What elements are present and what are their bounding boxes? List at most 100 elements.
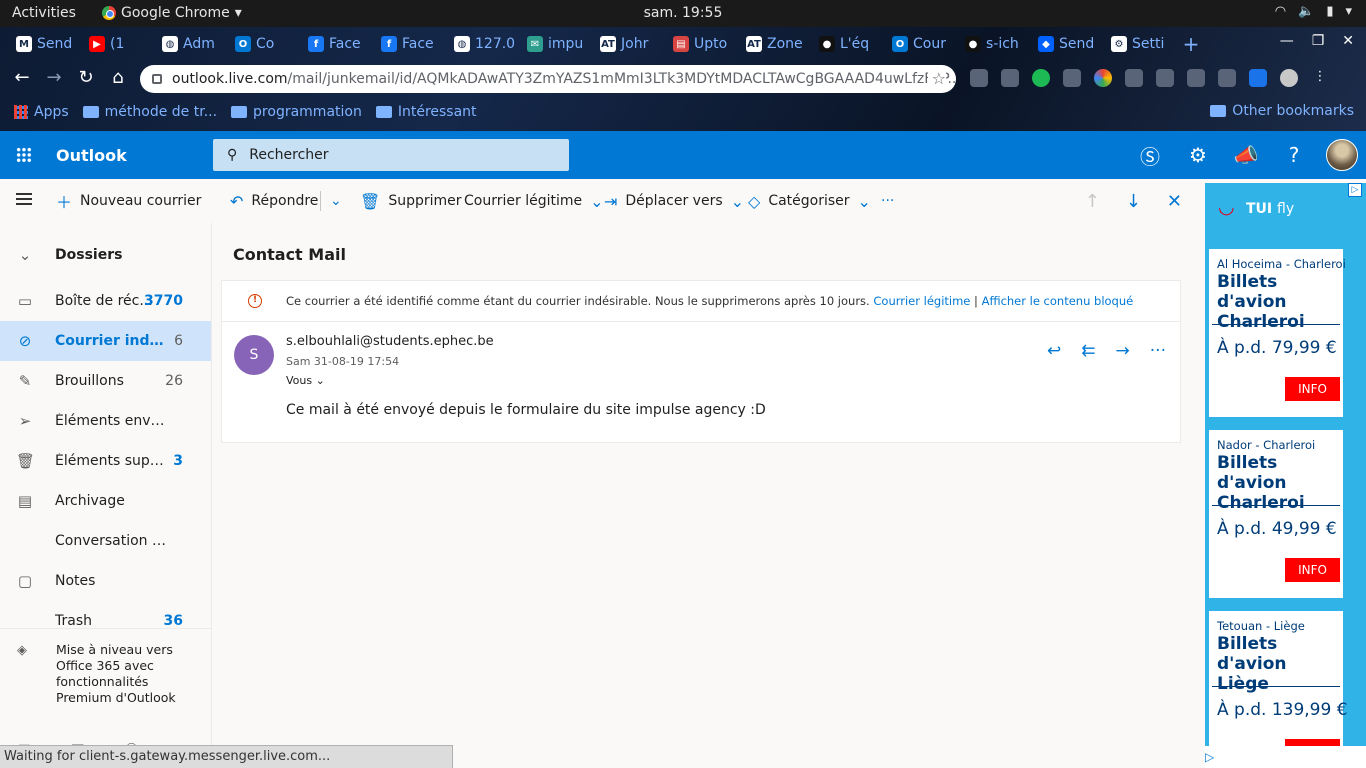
hamburger-menu-icon[interactable] [16,193,32,205]
chevron-down-icon[interactable]: ▾ [1345,4,1352,19]
browser-tab[interactable]: ● L'éq [811,31,884,57]
browser-tab[interactable]: ⚙ Setti [1103,31,1176,57]
user-avatar[interactable] [1326,139,1358,171]
back-icon[interactable]: ← [11,67,33,89]
browser-tab[interactable]: O Co [227,31,300,57]
folder-item[interactable]: ▭ Boîte de réc... 3770 [0,281,211,321]
activities-button[interactable]: Activities [12,5,76,21]
folder-item[interactable]: ▢ Notes [0,561,211,601]
globe-icon: ◍ [162,36,178,52]
bookmark-item[interactable]: méthode de tr... [82,104,217,120]
skype-icon[interactable]: Ⓢ [1126,141,1174,170]
folder-item[interactable]: 🗑 Éléments suppri... 3 [0,441,211,481]
reply-all-icon[interactable]: ⇇ [1081,341,1095,361]
new-mail-button[interactable]: ＋ Nouveau courrier [48,179,209,223]
close-icon[interactable]: ✕ [1167,191,1182,212]
browser-tab[interactable]: ● s-ich [957,31,1030,57]
download-icon[interactable] [1249,69,1267,87]
browser-tab[interactable]: ◆ Send [1030,31,1103,57]
more-actions-button[interactable]: ··· [873,179,902,223]
new-tab-button[interactable]: + [1176,32,1206,56]
bookmark-item[interactable]: programmation [231,104,362,120]
browser-tab[interactable]: ◍ Adm [154,31,227,57]
outlook-brand[interactable]: Outlook [56,146,127,165]
folder-item[interactable]: ▤ Archivage [0,481,211,521]
browser-tab[interactable]: f Face [300,31,373,57]
reply-icon[interactable]: ↩ [1047,341,1061,361]
reload-icon[interactable]: ↻ [75,67,97,89]
reply-button[interactable]: ↶ Répondre [222,179,326,223]
browser-tab[interactable]: f Face [373,31,446,57]
arrow-up-icon[interactable]: ↑ [1085,191,1100,212]
recipient-toggle[interactable]: Vous ⌄ [286,374,325,387]
idea-extension-icon[interactable] [1218,69,1236,87]
bookmark-item[interactable]: Apps [14,104,69,120]
ad-card[interactable]: Al Hoceima - Charleroi Billets d'avion Ch… [1209,249,1346,417]
cookie-extension-icon[interactable] [1156,69,1174,87]
folders-toggle[interactable]: ⌄ Dossiers [0,235,211,275]
browser-tab[interactable]: ◍ 127.0 [446,31,519,57]
forward-icon[interactable]: → [1116,341,1130,361]
settings-gear-icon[interactable]: ⚙ [1174,143,1222,167]
categorize-button[interactable]: ◇ Catégoriser ⌄ [740,179,879,223]
screenshot-extension-icon[interactable] [1187,69,1205,87]
ad-info-button[interactable]: INFO [1285,558,1340,582]
search-box[interactable]: ⚲ Rechercher [213,139,569,171]
browser-tab[interactable]: M Send [8,31,81,57]
adchoices-icon[interactable]: ▷ [1348,183,1362,197]
browser-tab[interactable]: ✉ impu [519,31,592,57]
move-to-button[interactable]: ⇥ Déplacer vers ⌄ [596,179,752,223]
reply-options-chevron-icon[interactable]: ⌄ [322,179,350,223]
battery-icon[interactable]: ▮ [1326,4,1333,19]
home-icon[interactable]: ⌂ [107,67,129,89]
adchoices-icon[interactable]: ▷ [1205,750,1214,764]
more-icon[interactable]: ··· [1150,341,1166,361]
address-bar[interactable]: outlook.live.com /mail/junkemail/id/AQMk… [140,65,956,93]
megaphone-icon[interactable]: 📣 [1222,143,1270,167]
not-junk-button[interactable]: Courrier légitime ⌄ [456,179,612,223]
folder-item[interactable]: ✎ Brouillons 26 [0,361,211,401]
not-junk-link[interactable]: Courrier légitime [873,294,970,308]
browser-tab[interactable]: AT Johr [592,31,665,57]
browser-tab[interactable]: ▤ Upto [665,31,738,57]
wifi-icon[interactable]: ◠ [1275,4,1286,19]
browser-tab[interactable]: O Cour [884,31,957,57]
other-bookmarks[interactable]: Other bookmarks [1210,103,1354,119]
app-menu[interactable]: Google Chrome ▾ [102,5,242,21]
green-extension-icon[interactable] [1032,69,1050,87]
lightbulb-extension-icon[interactable] [1125,69,1143,87]
folder-item[interactable]: ⊘ Courrier indésir...6 [0,321,211,361]
forward-icon[interactable]: → [43,67,65,89]
folder-label: Notes [55,573,96,589]
vue-extension-icon[interactable] [1063,69,1081,87]
sender-address[interactable]: s.elbouhlali@students.ephec.be [286,334,494,349]
bookmark-item[interactable]: Intéressant [375,104,477,120]
kebab-menu-icon[interactable]: ⋮ [1311,69,1329,87]
upgrade-banner[interactable]: ◈ Mise à niveau vers Office 365 avec fon… [0,628,211,728]
show-blocked-content-link[interactable]: Afficher le contenu bloqué [982,294,1134,308]
close-icon[interactable]: ✕ [1342,33,1354,49]
maximize-icon[interactable]: ❐ [1312,33,1325,49]
ad-card[interactable]: Nador - Charleroi Billets d'avion Charler… [1209,430,1343,598]
system-tray[interactable]: ◠ 🔈 ▮ ▾ [1275,4,1352,19]
color-picker-extension-icon[interactable] [1094,69,1112,87]
ad-card[interactable]: Tetouan - Liège Billets d'avion Liège À p.… [1209,611,1348,768]
camera-extension-icon[interactable] [970,69,988,87]
browser-tab[interactable]: ▶ (1 [81,31,154,57]
bookmark-star-icon[interactable]: ☆ [927,69,946,88]
profile-avatar-icon[interactable] [1280,69,1298,87]
folder-item[interactable]: ➢ Éléments envoyés [0,401,211,441]
help-icon[interactable]: ? [1270,143,1318,167]
delete-button[interactable]: 🗑 Supprimer [352,179,470,223]
app-launcher-icon[interactable] [16,147,32,163]
ad-info-button[interactable]: INFO [1285,377,1340,401]
minimize-icon[interactable]: — [1280,33,1294,49]
folder-item[interactable]: Conversation Hist... [0,521,211,561]
pen-extension-icon[interactable] [1001,69,1019,87]
ad-header[interactable]: ◡ TUI fly ▷ [1209,183,1366,231]
chevron-down-icon: ▾ [234,5,242,21]
browser-tab[interactable]: AT Zone [738,31,811,57]
arrow-down-icon[interactable]: ↓ [1126,191,1141,212]
sender-avatar[interactable]: S [234,335,274,375]
volume-icon[interactable]: 🔈 [1298,4,1314,19]
